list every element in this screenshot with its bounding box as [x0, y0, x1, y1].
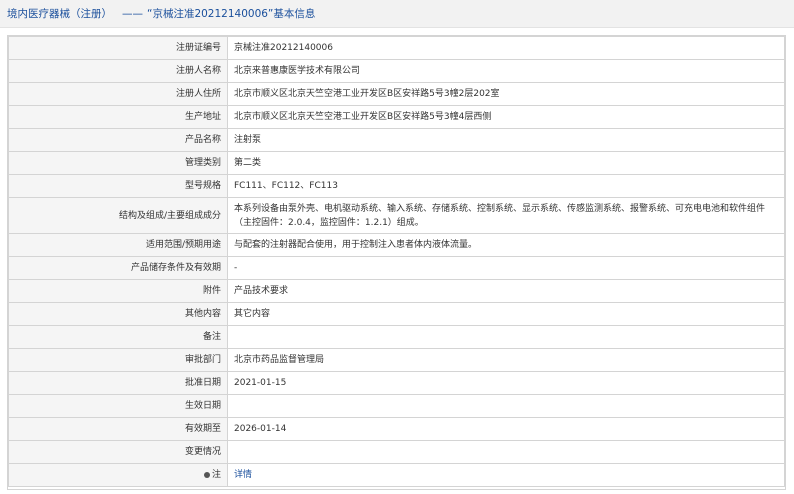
- row-key: 有效期至: [8, 417, 228, 441]
- row-key: 管理类别: [8, 151, 228, 175]
- details-link[interactable]: 详情: [234, 470, 252, 480]
- row-value: FC111、FC112、FC113: [227, 174, 785, 198]
- row-value: 北京来普惠康医学技术有限公司: [227, 59, 785, 83]
- table-row: 生效日期: [8, 394, 785, 418]
- table-row: 备注: [8, 325, 785, 349]
- row-key: 适用范围/预期用途: [8, 233, 228, 257]
- row-key: 备注: [8, 325, 228, 349]
- table-row: 产品储存条件及有效期 -: [8, 256, 785, 280]
- table-row: 适用范围/预期用途 与配套的注射器配合使用，用于控制注入患者体内液体流量。: [8, 233, 785, 257]
- info-table-wrapper: 注册证编号 京械注准20212140006 注册人名称 北京来普惠康医学技术有限公司…: [7, 35, 786, 490]
- table-row: 注册人住所 北京市顺义区北京天竺空港工业开发区B区安祥路5号3幢2层202室: [8, 82, 785, 106]
- table-row: 审批部门 北京市药品监督管理局: [8, 348, 785, 372]
- table-row: 注 详情: [8, 463, 785, 487]
- row-key: 生效日期: [8, 394, 228, 418]
- row-value: [227, 325, 785, 349]
- row-key: 批准日期: [8, 371, 228, 395]
- row-value: [227, 394, 785, 418]
- row-value: 其它内容: [227, 302, 785, 326]
- table-row: 批准日期 2021-01-15: [8, 371, 785, 395]
- title-separator: ——: [122, 7, 143, 20]
- row-key: 审批部门: [8, 348, 228, 372]
- row-value: [227, 440, 785, 464]
- table-row: 结构及组成/主要组成成分 本系列设备由泵外壳、电机驱动系统、输入系统、存储系统、控…: [8, 197, 785, 234]
- row-value: 本系列设备由泵外壳、电机驱动系统、输入系统、存储系统、控制系统、显示系统、传感监…: [227, 197, 785, 234]
- row-key: 其他内容: [8, 302, 228, 326]
- row-value: 北京市顺义区北京天竺空港工业开发区B区安祥路5号3幢2层202室: [227, 82, 785, 106]
- row-value: 第二类: [227, 151, 785, 175]
- row-key: 生产地址: [8, 105, 228, 129]
- table-row: 注册证编号 京械注准20212140006: [8, 36, 785, 60]
- table-row: 管理类别 第二类: [8, 151, 785, 175]
- row-value: 详情: [227, 463, 785, 487]
- row-key: 注: [8, 463, 228, 487]
- row-key: 注册证编号: [8, 36, 228, 60]
- row-key: 注册人住所: [8, 82, 228, 106]
- note-key-label: 注: [211, 470, 221, 480]
- page: 境内医疗器械（注册） —— “京械注准20212140006”基本信息 注册证编…: [0, 0, 794, 494]
- row-value: 北京市顺义区北京天竺空港工业开发区B区安祥路5号3幢4层西侧: [227, 105, 785, 129]
- row-value: 2021-01-15: [227, 371, 785, 395]
- table-row: 有效期至 2026-01-14: [8, 417, 785, 441]
- table-row: 生产地址 北京市顺义区北京天竺空港工业开发区B区安祥路5号3幢4层西侧: [8, 105, 785, 129]
- row-value: 北京市药品监督管理局: [227, 348, 785, 372]
- table-row: 产品名称 注射泵: [8, 128, 785, 152]
- row-key: 注册人名称: [8, 59, 228, 83]
- row-value: 产品技术要求: [227, 279, 785, 303]
- row-key: 产品名称: [8, 128, 228, 152]
- row-key: 型号规格: [8, 174, 228, 198]
- row-key: 结构及组成/主要组成成分: [8, 197, 228, 234]
- table-row: 注册人名称 北京来普惠康医学技术有限公司: [8, 59, 785, 83]
- row-key: 变更情况: [8, 440, 228, 464]
- row-value: 2026-01-14: [227, 417, 785, 441]
- title-category: 境内医疗器械（注册）: [7, 8, 112, 20]
- table-row: 其他内容 其它内容: [8, 302, 785, 326]
- row-key: 附件: [8, 279, 228, 303]
- page-title-bar: 境内医疗器械（注册） —— “京械注准20212140006”基本信息: [0, 0, 794, 28]
- row-value: 注射泵: [227, 128, 785, 152]
- info-table: 注册证编号 京械注准20212140006 注册人名称 北京来普惠康医学技术有限公司…: [8, 36, 785, 487]
- table-row: 附件 产品技术要求: [8, 279, 785, 303]
- table-row: 变更情况: [8, 440, 785, 464]
- row-key: 产品储存条件及有效期: [8, 256, 228, 280]
- title-record: “京械注准20212140006”基本信息: [147, 8, 316, 20]
- table-row: 型号规格 FC111、FC112、FC113: [8, 174, 785, 198]
- row-value: -: [227, 256, 785, 280]
- note-icon: [203, 471, 210, 478]
- row-value: 与配套的注射器配合使用，用于控制注入患者体内液体流量。: [227, 233, 785, 257]
- row-value: 京械注准20212140006: [227, 36, 785, 60]
